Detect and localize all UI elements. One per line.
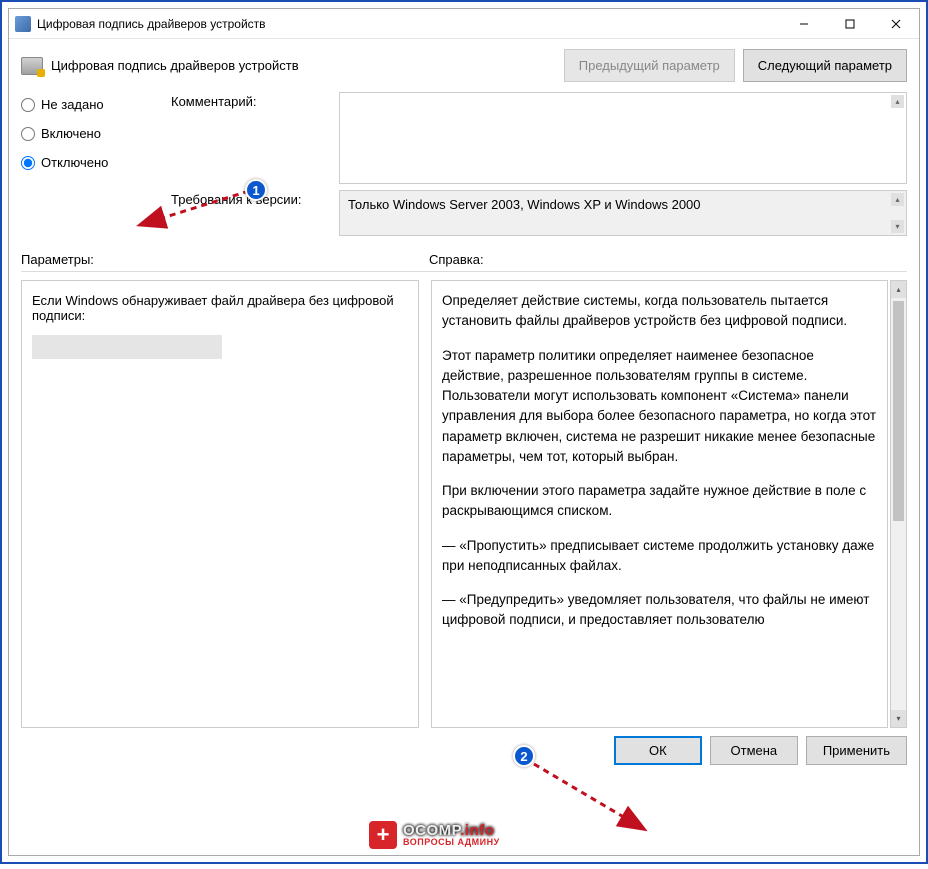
policy-window-icon — [15, 16, 31, 32]
requirements-scroll-up-icon[interactable]: ▴ — [891, 193, 904, 206]
help-paragraph: Определяет действие системы, когда польз… — [442, 291, 877, 332]
watermark-tagline: ВОПРОСЫ АДМИНУ — [403, 838, 500, 847]
radio-enabled[interactable]: Включено — [21, 126, 151, 141]
help-paragraph: Этот параметр политики определяет наимен… — [442, 346, 877, 468]
cancel-button[interactable]: Отмена — [710, 736, 798, 765]
close-icon — [891, 19, 901, 29]
help-pane: Определяет действие системы, когда польз… — [431, 280, 888, 728]
comment-label: Комментарий: — [171, 92, 331, 184]
scroll-down-icon[interactable]: ▾ — [891, 710, 906, 727]
params-section-label: Параметры: — [21, 252, 429, 267]
help-section-label: Справка: — [429, 252, 907, 267]
radio-disabled[interactable]: Отключено — [21, 155, 151, 170]
help-paragraph: — «Предупредить» уведомляет пользователя… — [442, 590, 877, 631]
next-setting-button[interactable]: Следующий параметр — [743, 49, 907, 82]
apply-button[interactable]: Применить — [806, 736, 907, 765]
radio-not-configured-input[interactable] — [21, 98, 35, 112]
section-separator — [21, 271, 907, 272]
dialog-button-row: ОК Отмена Применить — [9, 728, 919, 775]
minimize-button[interactable] — [781, 9, 827, 39]
requirements-label: Требования к версии: — [171, 190, 331, 236]
comment-scroll-up-icon[interactable]: ▴ — [891, 95, 904, 108]
scroll-up-icon[interactable]: ▴ — [891, 281, 906, 298]
requirements-value: Только Windows Server 2003, Windows XP и… — [348, 197, 701, 212]
radio-enabled-label: Включено — [41, 126, 101, 141]
watermark-suffix: .info — [460, 822, 494, 839]
help-paragraph: — «Пропустить» предписывает системе прод… — [442, 536, 877, 577]
window-title: Цифровая подпись драйверов устройств — [37, 17, 781, 31]
requirements-scroll-down-icon[interactable]: ▾ — [891, 220, 904, 233]
scrollbar-thumb[interactable] — [893, 301, 904, 521]
radio-not-configured-label: Не задано — [41, 97, 104, 112]
ok-button[interactable]: ОК — [614, 736, 702, 765]
watermark: + OCOMP.info ВОПРОСЫ АДМИНУ — [369, 821, 500, 849]
watermark-brand: OCOMP — [403, 822, 460, 839]
state-radio-group: Не задано Включено Отключено — [21, 92, 151, 242]
radio-disabled-label: Отключено — [41, 155, 108, 170]
watermark-plus-icon: + — [369, 821, 397, 849]
help-paragraph: При включении этого параметра задайте ну… — [442, 481, 877, 522]
maximize-icon — [845, 19, 855, 29]
policy-title: Цифровая подпись драйверов устройств — [51, 58, 556, 73]
titlebar: Цифровая подпись драйверов устройств — [9, 9, 919, 39]
params-dropdown[interactable] — [32, 335, 222, 359]
radio-not-configured[interactable]: Не задано — [21, 97, 151, 112]
params-pane: Если Windows обнаруживает файл драйвера … — [21, 280, 419, 728]
close-button[interactable] — [873, 9, 919, 39]
previous-setting-button[interactable]: Предыдущий параметр — [564, 49, 735, 82]
policy-icon — [21, 57, 43, 75]
minimize-icon — [799, 19, 809, 29]
requirements-box: Только Windows Server 2003, Windows XP и… — [339, 190, 907, 236]
maximize-button[interactable] — [827, 9, 873, 39]
help-scrollbar[interactable]: ▴ ▾ — [890, 280, 907, 728]
radio-disabled-input[interactable] — [21, 156, 35, 170]
policy-header: Цифровая подпись драйверов устройств Пре… — [9, 39, 919, 92]
comment-textarea[interactable]: ▴ — [339, 92, 907, 184]
radio-enabled-input[interactable] — [21, 127, 35, 141]
params-text: Если Windows обнаруживает файл драйвера … — [32, 293, 408, 323]
